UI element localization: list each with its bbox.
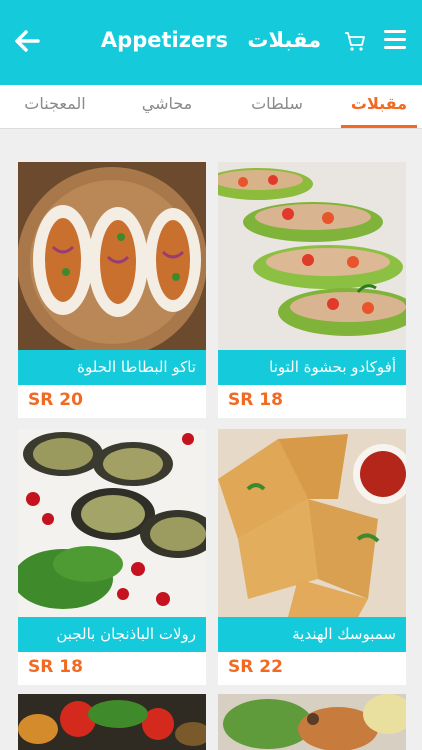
product-image-partial xyxy=(18,694,206,750)
product-name: أفوكادو بحشوة التونا xyxy=(218,350,406,385)
tab-stuffed[interactable]: محاشي xyxy=(117,94,217,113)
category-tabs: مقبلات سلطات محاشي المعجنات xyxy=(0,85,422,129)
product-name: رولات الباذنجان بالجبن xyxy=(18,617,206,652)
product-price: SR 18 xyxy=(28,657,83,677)
product-card[interactable] xyxy=(218,694,406,750)
product-price: SR 22 xyxy=(228,657,283,677)
product-name: تاكو البطاطا الحلوة xyxy=(18,350,206,385)
product-card[interactable]: أفوكادو بحشوة التونا SR 18 xyxy=(218,162,406,418)
product-image-eggplant-rolls xyxy=(18,429,206,617)
product-name: سمبوسك الهندية xyxy=(218,617,406,652)
product-price: SR 18 xyxy=(228,390,283,410)
tab-appetizers[interactable]: مقبلات xyxy=(329,94,422,113)
product-card[interactable]: رولات الباذنجان بالجبن SR 18 xyxy=(18,429,206,685)
cart-icon[interactable] xyxy=(344,30,366,52)
app-header: Appetizers مقبلات xyxy=(0,0,422,85)
product-card[interactable] xyxy=(18,694,206,750)
product-image-sweet-potato-taco xyxy=(18,162,206,350)
page-title-ar: مقبلات xyxy=(247,28,322,52)
page-title-en: Appetizers xyxy=(100,28,229,52)
active-tab-indicator xyxy=(341,125,417,128)
tab-pastries[interactable]: المعجنات xyxy=(5,94,105,113)
product-card[interactable]: سمبوسك الهندية SR 22 xyxy=(218,429,406,685)
product-image-samosa xyxy=(218,429,406,617)
product-image-avocado-tuna xyxy=(218,162,406,350)
tab-salads[interactable]: سلطات xyxy=(227,94,327,113)
hamburger-menu-icon[interactable] xyxy=(384,30,406,50)
product-card[interactable]: تاكو البطاطا الحلوة SR 20 xyxy=(18,162,206,418)
product-price: SR 20 xyxy=(28,390,83,410)
product-image-partial xyxy=(218,694,406,750)
